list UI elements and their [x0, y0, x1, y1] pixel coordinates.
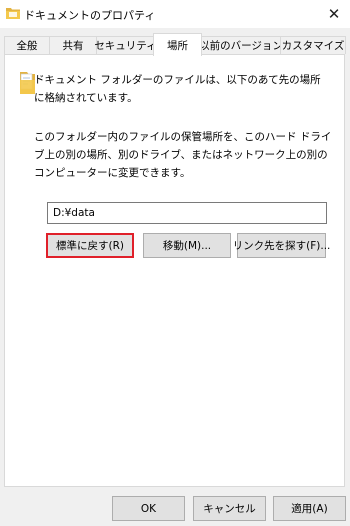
tab-security[interactable]: セキュリティ — [94, 36, 157, 54]
tab-label: 以前のバージョン — [199, 40, 283, 52]
tab-customize[interactable]: カスタマイズ — [280, 36, 346, 54]
move-label: 移動(M)... — [162, 240, 212, 252]
ok-button[interactable]: OK — [112, 496, 185, 521]
tab-location[interactable]: 場所 — [153, 33, 202, 56]
cancel-button[interactable]: キャンセル — [193, 496, 266, 521]
move-button[interactable]: 移動(M)... — [143, 233, 231, 258]
tab-strip: 全般 共有 セキュリティ 場所 以前のバージョン カスタマイズ — [0, 33, 350, 56]
tab-previous-versions[interactable]: 以前のバージョン — [199, 36, 283, 54]
ok-label: OK — [140, 502, 157, 515]
folder-documents-icon — [6, 7, 20, 19]
tab-label: 全般 — [16, 40, 38, 52]
find-target-label: リンク先を探す(F)... — [232, 240, 331, 252]
window-title: ドキュメントのプロパティ — [24, 9, 156, 22]
apply-label: 適用(A) — [291, 503, 328, 515]
tab-general[interactable]: 全般 — [4, 36, 50, 54]
location-panel: ドキュメント フォルダーのファイルは、以下のあて先の場所に格納されています。 こ… — [4, 54, 345, 487]
cancel-label: キャンセル — [203, 503, 256, 515]
tab-label: カスタマイズ — [281, 40, 345, 52]
restore-default-label: 標準に戻す(R) — [56, 240, 124, 252]
apply-button[interactable]: 適用(A) — [273, 496, 346, 521]
location-description: ドキュメント フォルダーのファイルは、以下のあて先の場所に格納されています。 — [34, 74, 321, 104]
restore-default-button[interactable]: 標準に戻す(R) — [46, 233, 134, 258]
tab-label: 共有 — [62, 40, 84, 52]
close-button[interactable]: ✕ — [318, 0, 350, 28]
title-bar: ドキュメントのプロパティ ✕ — [0, 0, 350, 28]
relocation-description: このフォルダー内のファイルの保管場所を、このハード ドライブ上の別の場所、別のド… — [34, 131, 332, 179]
tab-label: 場所 — [167, 39, 188, 52]
folder-path-input[interactable] — [47, 202, 327, 224]
properties-window: ドキュメントのプロパティ ✕ 全般 共有 セキュリティ 場所 以前のバージョン … — [0, 0, 350, 526]
tab-sharing[interactable]: 共有 — [49, 36, 97, 54]
close-icon: ✕ — [327, 5, 341, 23]
tab-label: セキュリティ — [94, 40, 157, 52]
find-target-button[interactable]: リンク先を探す(F)... — [233, 233, 330, 258]
